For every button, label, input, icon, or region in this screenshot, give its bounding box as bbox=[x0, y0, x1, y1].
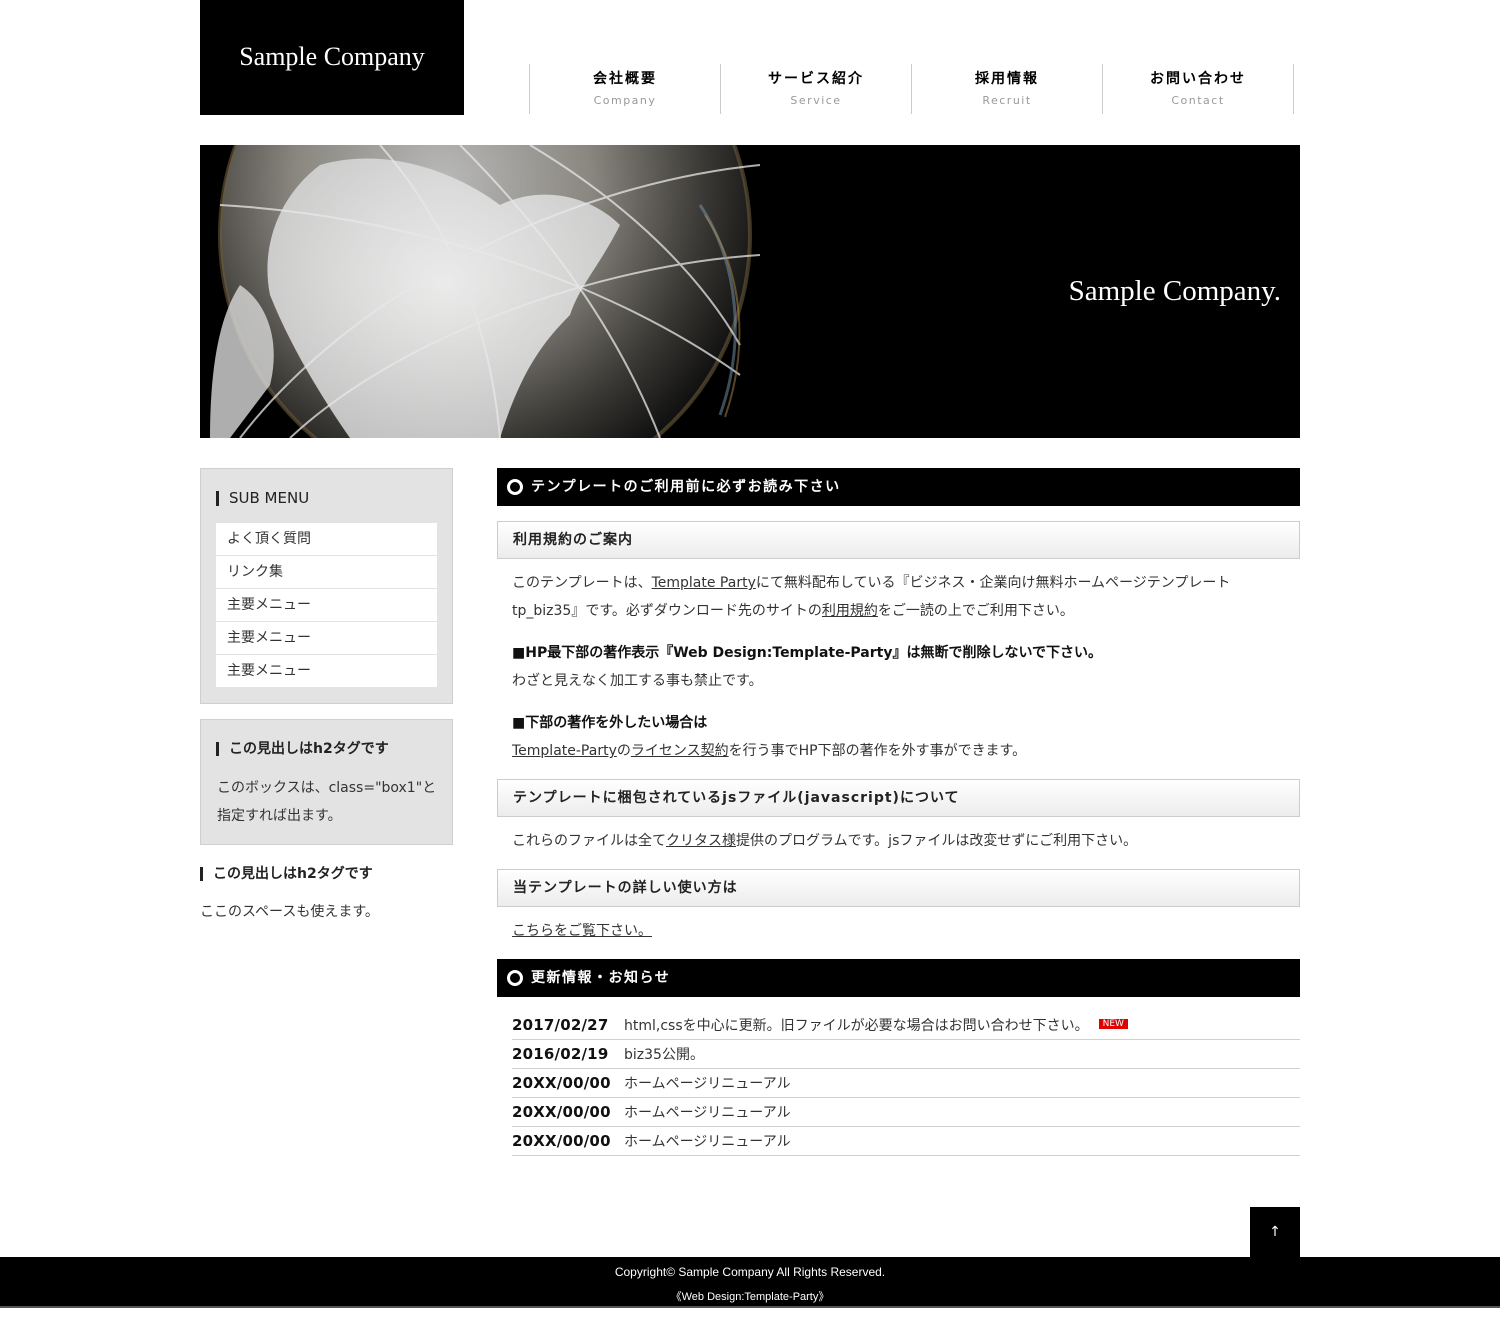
template-party-link[interactable]: Template-Party bbox=[512, 743, 617, 759]
section-heading-label: 更新情報・お知らせ bbox=[531, 970, 671, 986]
notice-text: の bbox=[616, 743, 631, 759]
notice-text: を行う事でHP下部の著作を外す事ができます。 bbox=[728, 743, 1027, 759]
logo[interactable]: Sample Company bbox=[200, 0, 464, 115]
notice-paragraph-2: ■下部の著作を外したい場合は Template-Partyのライセンス契約を行う… bbox=[512, 709, 1272, 765]
nav-item-recruit[interactable]: 採用情報 Recruit bbox=[911, 64, 1102, 114]
news-date: 20XX/00/00 bbox=[512, 1103, 611, 1121]
news-item: 20XX/00/00 ホームページリニューアル bbox=[512, 1069, 1300, 1098]
news-item: 20XX/00/00 ホームページリニューアル bbox=[512, 1098, 1300, 1127]
subheading-js: テンプレートに梱包されているjsファイル(javascript)について bbox=[497, 779, 1300, 817]
ring-icon bbox=[507, 970, 523, 986]
subheading-terms: 利用規約のご案内 bbox=[497, 521, 1300, 559]
submenu-item-main-menu[interactable]: 主要メニュー bbox=[216, 589, 437, 622]
ring-icon bbox=[507, 479, 523, 495]
logo-text: Sample Company bbox=[239, 42, 425, 71]
news-text: ホームページリニューアル bbox=[624, 1134, 791, 1150]
design-credit-link[interactable]: 《Web Design:Template-Party》 bbox=[0, 1288, 1500, 1304]
notice-bold: ■下部の著作を外したい場合は bbox=[512, 715, 708, 731]
nav-label-en: Recruit bbox=[982, 94, 1032, 107]
box1: この見出しはh2タグです このボックスは、class="box1"と指定すれば出… bbox=[200, 719, 453, 845]
box1-heading: この見出しはh2タグです bbox=[216, 742, 389, 756]
nav-item-contact[interactable]: お問い合わせ Contact bbox=[1102, 64, 1294, 114]
nav-item-service[interactable]: サービス紹介 Service bbox=[720, 64, 911, 114]
terms-text: このテンプレートは、 bbox=[512, 575, 652, 591]
new-badge: NEW bbox=[1098, 1019, 1128, 1029]
submenu-item-links[interactable]: リンク集 bbox=[216, 556, 437, 589]
page-top-button[interactable]: ↑ bbox=[1250, 1207, 1300, 1258]
nav-label-jp: サービス紹介 bbox=[768, 71, 864, 87]
box1-text: このボックスは、class="box1"と指定すれば出ます。 bbox=[217, 780, 437, 824]
hero-tagline: Sample Company. bbox=[1068, 275, 1281, 307]
nav-label-en: Company bbox=[593, 94, 657, 107]
news-date: 2017/02/27 bbox=[512, 1016, 609, 1034]
subheading-usage: 当テンプレートの詳しい使い方は bbox=[497, 869, 1300, 907]
usage-paragraph: こちらをご覧下さい。 bbox=[512, 917, 1272, 945]
submenu-list: よく頂く質問 リンク集 主要メニュー 主要メニュー 主要メニュー bbox=[216, 523, 437, 688]
news-item: 2016/02/19 biz35公開。 bbox=[512, 1040, 1300, 1069]
nav-label-jp: 会社概要 bbox=[593, 71, 657, 87]
js-paragraph: これらのファイルは全てクリタス様提供のプログラムです。jsファイルは改変せずにご… bbox=[512, 827, 1272, 855]
submenu-item-main-menu[interactable]: 主要メニュー bbox=[216, 655, 437, 688]
news-text: html,cssを中心に更新。旧ファイルが必要な場合はお問い合わせ下さい。 bbox=[624, 1018, 1089, 1034]
terms-paragraph: このテンプレートは、Template Partyにて無料配布している『ビジネス・… bbox=[512, 569, 1272, 625]
js-text: 提供のプログラムです。jsファイルは改変せずにご利用下さい。 bbox=[736, 833, 1138, 849]
news-item: 2017/02/27 html,cssを中心に更新。旧ファイルが必要な場合はお問… bbox=[512, 1011, 1300, 1040]
license-link[interactable]: ライセンス契約 bbox=[631, 743, 729, 759]
nav-label-jp: お問い合わせ bbox=[1150, 71, 1246, 87]
submenu-item-faq[interactable]: よく頂く質問 bbox=[216, 523, 437, 556]
terms-text: tp_biz35』です。必ずダウンロード先のサイトの bbox=[512, 603, 822, 619]
news-text: ホームページリニューアル bbox=[624, 1076, 791, 1092]
template-party-link[interactable]: Template Party bbox=[652, 575, 756, 591]
notice-paragraph-1: ■HP最下部の著作表示『Web Design:Template-Party』は無… bbox=[512, 639, 1272, 695]
terms-of-use-link[interactable]: 利用規約 bbox=[822, 603, 878, 619]
sidebar-free-heading: この見出しはh2タグです bbox=[200, 867, 373, 881]
usage-link[interactable]: こちらをご覧下さい。 bbox=[512, 923, 652, 939]
news-date: 2016/02/19 bbox=[512, 1045, 609, 1063]
news-date: 20XX/00/00 bbox=[512, 1074, 611, 1092]
news-text: ホームページリニューアル bbox=[624, 1105, 791, 1121]
nav-label-en: Contact bbox=[1171, 94, 1225, 107]
submenu-item-main-menu[interactable]: 主要メニュー bbox=[216, 622, 437, 655]
nav-item-company[interactable]: 会社概要 Company bbox=[529, 64, 720, 114]
news-date: 20XX/00/00 bbox=[512, 1132, 611, 1150]
submenu-title: SUB MENU bbox=[216, 491, 309, 506]
notice-text: わざと見えなく加工する事も禁止です。 bbox=[512, 673, 763, 689]
nav-label-jp: 採用情報 bbox=[975, 71, 1039, 87]
nav-label-en: Service bbox=[790, 94, 842, 107]
footer: Copyright© Sample Company All Rights Res… bbox=[0, 1257, 1500, 1308]
notice-bold: ■HP最下部の著作表示『Web Design:Template-Party』は無… bbox=[512, 645, 1103, 661]
terms-text: をご一読の上でご利用下さい。 bbox=[877, 603, 1074, 619]
terms-text: にて無料配布している『ビジネス・企業向け無料ホームページテンプレート bbox=[755, 575, 1231, 591]
section-heading-label: テンプレートのご利用前に必ずお読み下さい bbox=[531, 479, 841, 495]
js-text: これらのファイルは全て bbox=[512, 833, 666, 849]
main-nav: 会社概要 Company サービス紹介 Service 採用情報 Recruit… bbox=[529, 64, 1294, 114]
sidebar-free-text: ここのスペースも使えます。 bbox=[200, 904, 379, 920]
cretas-link[interactable]: クリタス様 bbox=[666, 833, 736, 849]
submenu-box: SUB MENU よく頂く質問 リンク集 主要メニュー 主要メニュー 主要メニュ… bbox=[200, 468, 453, 704]
news-item: 20XX/00/00 ホームページリニューアル bbox=[512, 1127, 1300, 1156]
section-heading-news: 更新情報・お知らせ bbox=[497, 959, 1300, 997]
section-heading-notice: テンプレートのご利用前に必ずお読み下さい bbox=[497, 468, 1300, 506]
news-text: biz35公開。 bbox=[624, 1047, 704, 1063]
hero-banner: Sample Company. bbox=[200, 145, 1300, 438]
news-list: 2017/02/27 html,cssを中心に更新。旧ファイルが必要な場合はお問… bbox=[512, 1011, 1300, 1156]
copyright: Copyright© Sample Company All Rights Res… bbox=[614, 1265, 886, 1279]
